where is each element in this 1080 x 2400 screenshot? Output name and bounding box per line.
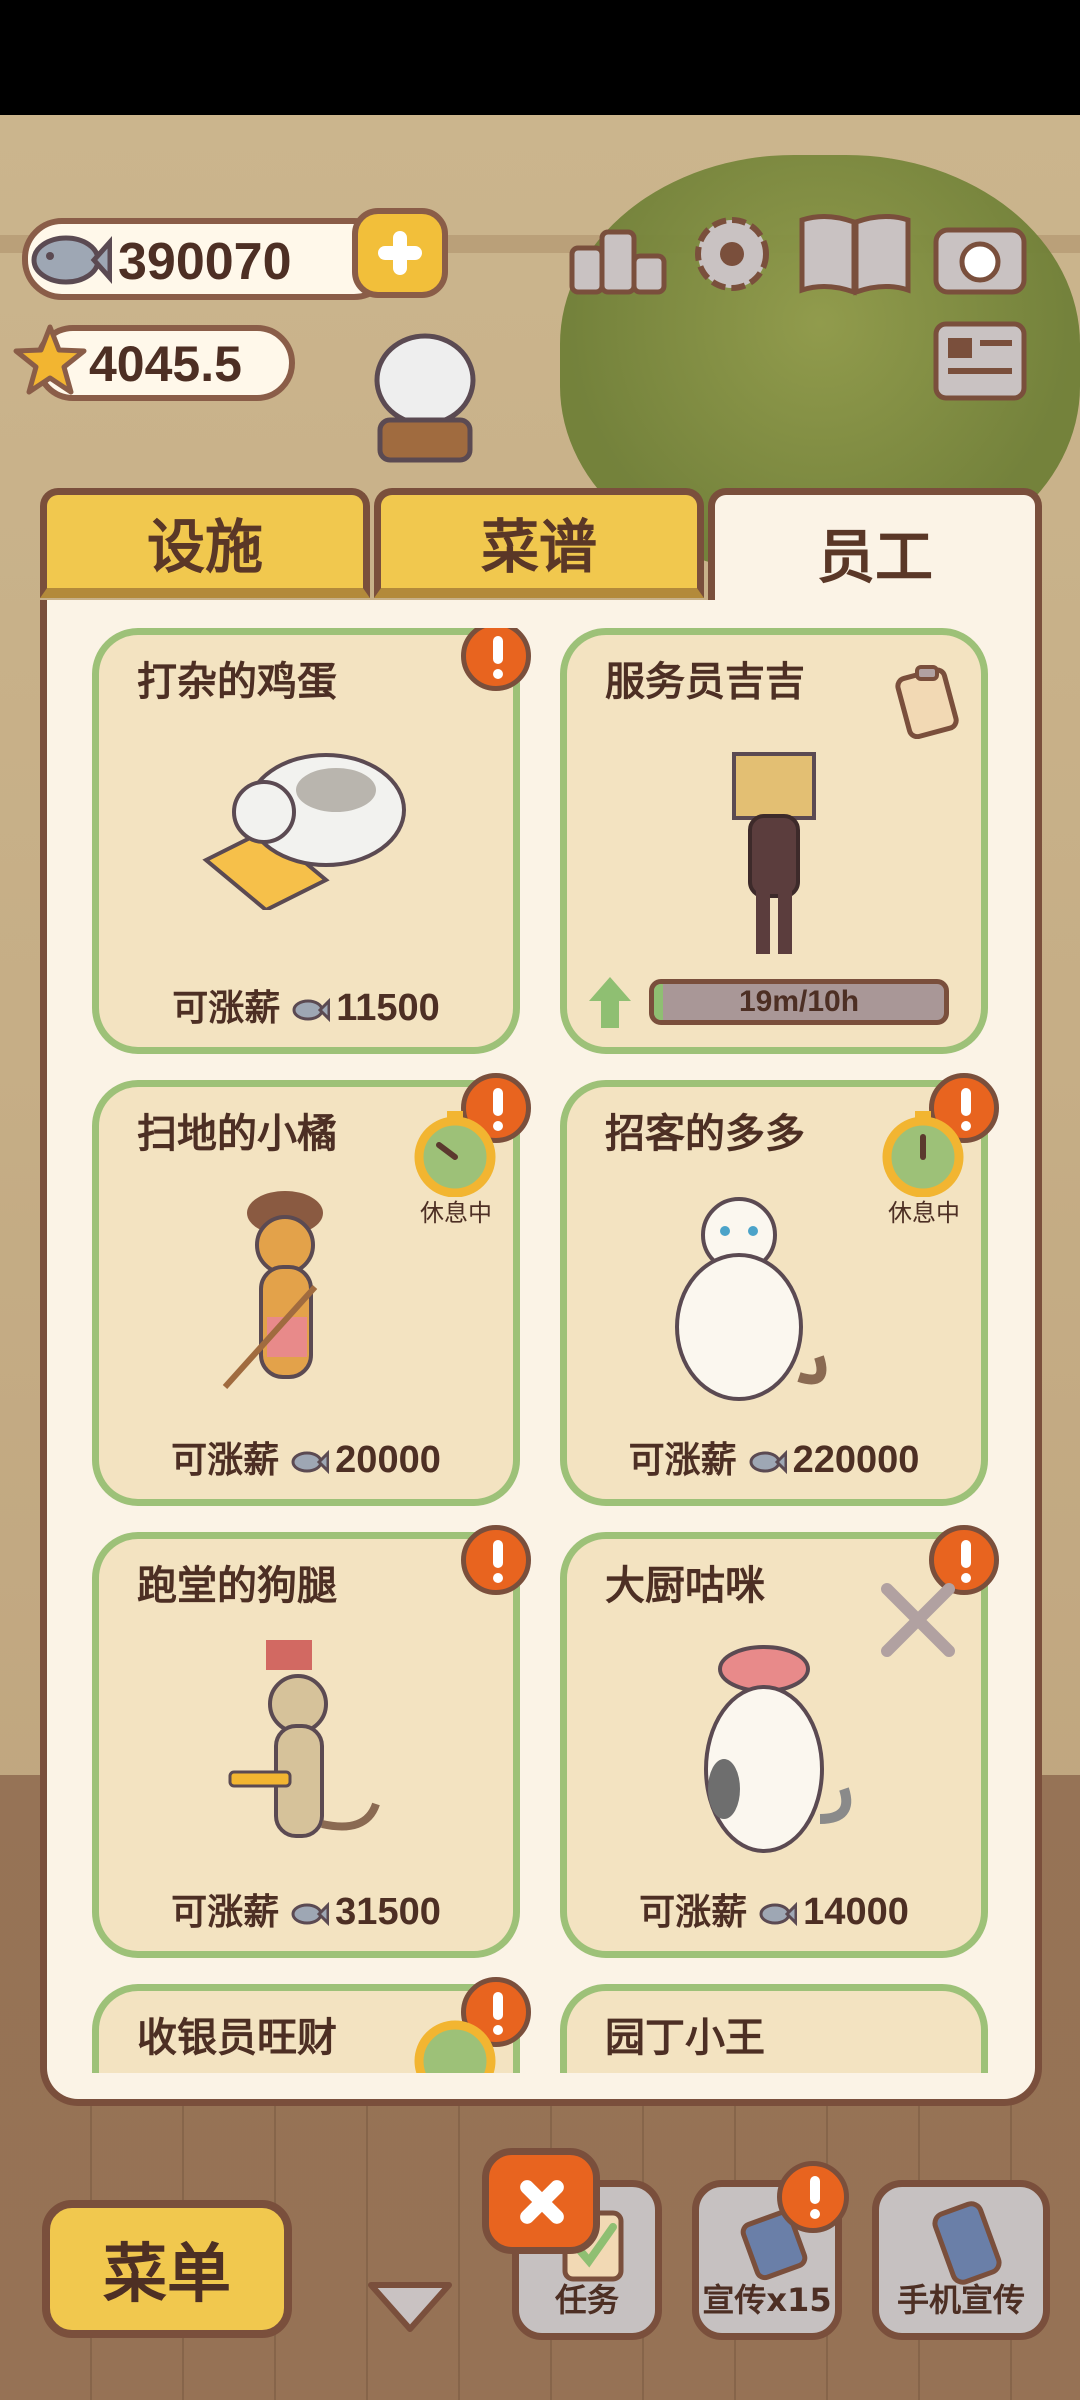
promote-button[interactable]: 宣传x15 [692,2161,849,2340]
fish-icon [749,1449,787,1475]
camera-icon[interactable] [930,212,1030,302]
newspaper-icon[interactable] [930,318,1030,408]
fish-icon [31,235,112,285]
salary-label: 可涨薪 [171,1440,280,1481]
staff-card-xiaoju[interactable]: 扫地的小橘 休息中 可涨薪 20000 [92,1073,531,1506]
salary-row: 可涨薪 20000 [99,1431,513,1483]
kitchen-utensils-icon [881,1583,955,1657]
add-fish-button[interactable] [352,208,448,298]
status-label: 休息中 [888,1199,960,1227]
cat-sweeping-illustration [202,753,406,910]
status-label: 休息中 [420,1199,492,1227]
chevron-down-icon[interactable] [365,2275,455,2335]
staff-name: 园丁小王 [605,2015,765,2061]
salary-row: 可涨薪 14000 [567,1883,981,1935]
staff-card-wangcai[interactable]: 收银员旺财 [92,1977,531,2073]
salary-label: 可涨薪 [639,1892,748,1933]
fish-icon [291,1901,330,1927]
fluffy-cat-illustration [675,1197,827,1401]
staff-list[interactable]: 打杂的鸡蛋 可涨薪 11500 服务员吉吉 19m/10h 扫地的小橘 休息中 … [40,600,1042,2106]
salary-amount: 11500 [336,987,440,1029]
staff-grid: 打杂的鸡蛋 可涨薪 11500 服务员吉吉 19m/10h 扫地的小橘 休息中 … [92,628,1002,2073]
progress-bar: 19m/10h [649,979,949,1025]
progress-text: 19m/10h [738,985,860,1018]
star-currency-display: 4045.5 [13,324,295,401]
close-button[interactable] [482,2148,600,2254]
fish-icon [759,1901,798,1927]
stopwatch-icon [414,2020,496,2073]
stopwatch-icon [414,1111,496,1198]
salary-label: 可涨薪 [172,988,281,1029]
phone-icon [932,2201,1002,2285]
box-head-waiter-illustration [732,752,816,954]
clipboard-icon [895,665,959,739]
staff-panel: 设施 菜谱 员工 打杂的鸡蛋 可涨薪 11500 服务员吉吉 19m/10h 扫… [40,488,1042,2106]
salary-row: 可涨薪 31500 [99,1883,513,1935]
salary-amount: 220000 [792,1439,920,1481]
tab-recipes[interactable]: 菜谱 [374,488,704,598]
leaderboard-icon[interactable] [568,210,668,300]
fish-currency-display: 390070 [22,218,394,300]
phone-promote-button[interactable]: 手机宣传 [872,2180,1050,2340]
fish-amount: 390070 [118,233,292,291]
alert-icon [461,628,531,691]
phone-promote-label: 手机宣传 [896,2281,1025,2319]
staff-card-jiji[interactable]: 服务员吉吉 19m/10h [560,628,988,1054]
status-bar [0,0,1080,115]
star-icon [13,324,87,395]
training-progress: 19m/10h [587,975,967,1030]
fish-icon [291,1449,330,1475]
salary-label: 可涨薪 [171,1892,280,1933]
alert-icon [777,2161,849,2233]
staff-name: 收银员旺财 [137,2015,337,2061]
staff-card-xiaowang[interactable]: 园丁小王 [560,1984,988,2073]
stopwatch-icon [882,1111,964,1198]
promote-label: 宣传x15 [702,2281,832,2319]
staff-name: 服务员吉吉 [605,659,805,705]
staff-card-goutui[interactable]: 跑堂的狗腿 可涨薪 31500 [92,1525,531,1958]
salary-amount: 20000 [335,1439,441,1481]
menu-button[interactable]: 菜单 [42,2200,292,2338]
tab-facilities[interactable]: 设施 [40,488,370,598]
salary-row: 可涨薪 11500 [99,979,513,1031]
upgrade-arrow-icon [589,977,631,1028]
salary-row: 可涨薪 220000 [567,1431,981,1483]
salary-amount: 14000 [803,1891,909,1933]
tab-staff[interactable]: 员工 [708,488,1042,608]
alert-icon [461,1525,531,1595]
lucky-cat-statue [374,333,476,463]
cat-tray-illustration [228,1640,380,1838]
staff-name: 招客的多多 [605,1111,805,1157]
staff-card-gumi[interactable]: 大厨咕咪 可涨薪 14000 [560,1525,999,1958]
staff-name: 扫地的小橘 [137,1111,337,1157]
salary-label: 可涨薪 [628,1440,737,1481]
rest-timer: 休息中 [405,1107,505,1227]
staff-name: 大厨咕咪 [605,1563,765,1609]
chef-cat-illustration [704,1645,852,1853]
book-icon[interactable] [796,208,914,298]
staff-card-egg[interactable]: 打杂的鸡蛋 可涨薪 11500 [92,628,531,1054]
staff-card-duoduo[interactable]: 招客的多多 休息中 可涨薪 220000 [560,1073,999,1506]
staff-name: 打杂的鸡蛋 [137,659,337,705]
star-amount: 4045.5 [89,336,242,392]
cat-broom-illustration [223,1191,324,1390]
rest-timer: 休息中 [873,1107,973,1227]
task-label: 任务 [554,2281,619,2319]
gear-icon[interactable] [682,208,782,298]
staff-name: 跑堂的狗腿 [137,1563,337,1609]
fish-icon [292,997,331,1023]
salary-amount: 31500 [335,1891,441,1933]
